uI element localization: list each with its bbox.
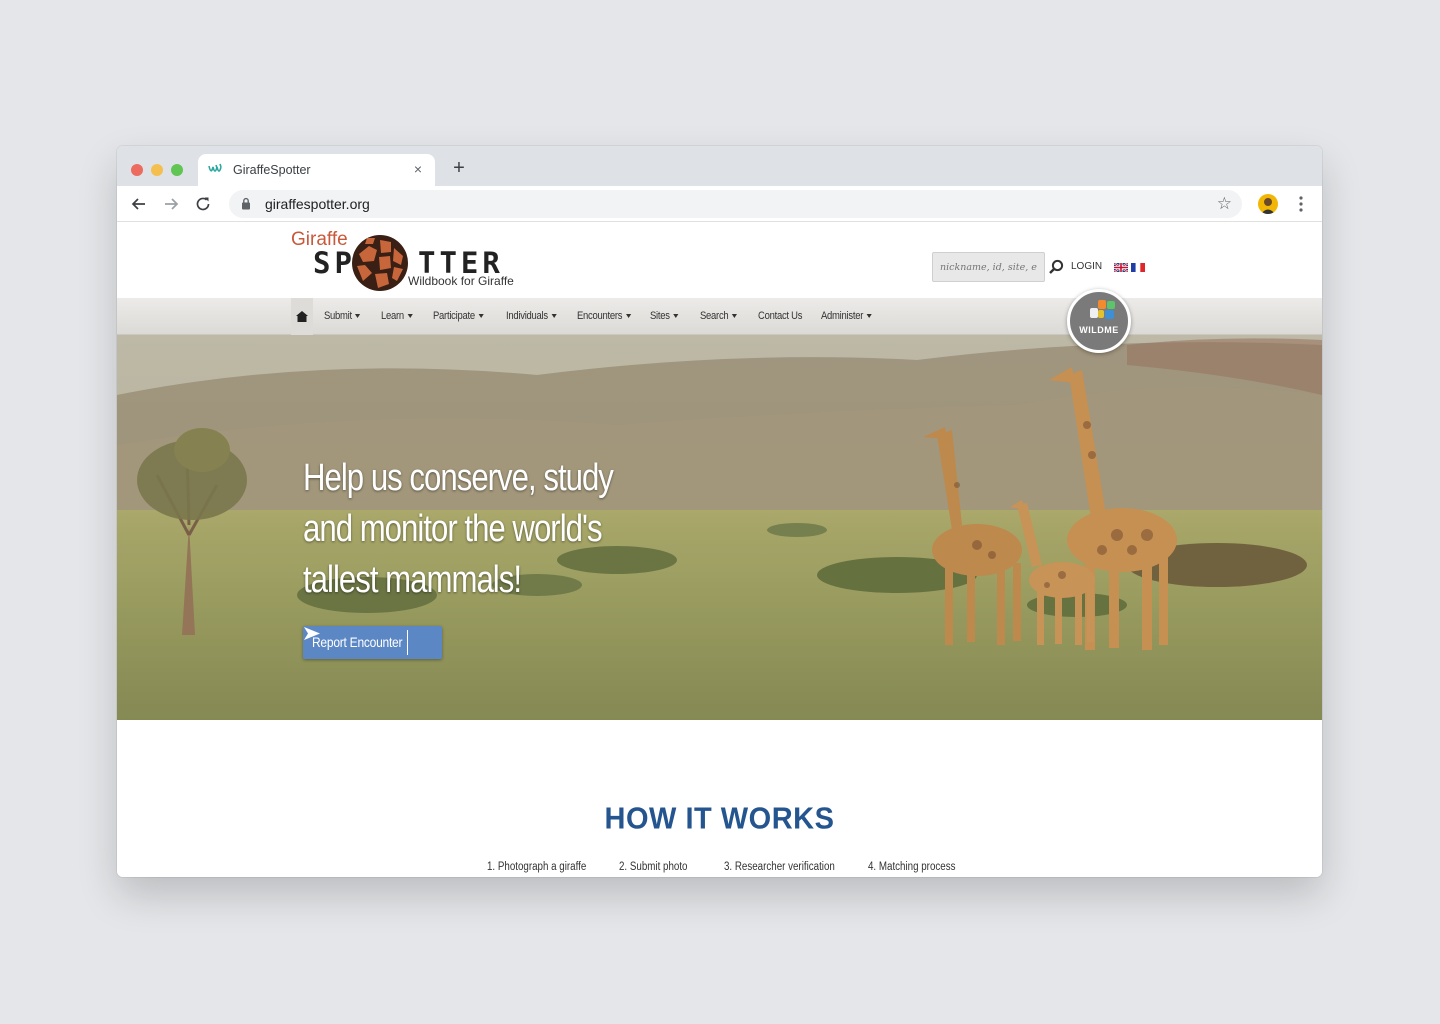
wildme-badge-text: WILDME [1079,325,1119,335]
browser-toolbar: giraffespotter.org ☆ [117,186,1322,222]
step-submit-photo[interactable]: 2. Submit photo [619,861,687,873]
savanna-giraffes-photo [117,335,1322,720]
chevron-down-icon [866,314,872,319]
login-link[interactable]: LOGIN [1071,261,1102,272]
home-nav-button[interactable] [291,298,313,335]
chevron-down-icon [625,314,631,319]
nav-participate[interactable]: Participate [433,310,484,322]
step-researcher-verification[interactable]: 3. Researcher verification [724,861,835,873]
hero-headline: Help us conserve, study and monitor the … [303,457,614,601]
arrow-right-icon [304,627,320,640]
web-page: Giraffe SP TTER Wildbook for Giraffe nic… [117,223,1322,877]
button-divider [407,630,408,655]
site-logo[interactable]: Giraffe SP TTER Wildbook for Giraffe [291,229,521,291]
chevron-down-icon [355,314,361,319]
tab-title: GiraffeSpotter [233,163,311,177]
site-nav-bar: Submit Learn Participate Individuals Enc… [117,298,1322,335]
step-photograph[interactable]: 1. Photograph a giraffe [487,861,586,873]
close-tab-icon[interactable]: × [409,160,427,178]
back-icon[interactable] [129,194,149,214]
address-bar[interactable]: giraffespotter.org ☆ [229,190,1242,218]
report-encounter-button[interactable]: Report Encounter [303,626,442,659]
hero-banner: Help us conserve, study and monitor the … [117,335,1322,720]
reload-icon[interactable] [193,194,213,214]
bookmark-star-icon[interactable]: ☆ [1217,194,1232,214]
nav-search[interactable]: Search [700,310,738,322]
browser-tab[interactable]: GiraffeSpotter × [198,154,435,186]
nav-learn[interactable]: Learn [381,310,413,322]
logo-subtitle: Wildbook for Giraffe [408,274,514,288]
chevron-down-icon [407,314,413,319]
menu-kebab-icon[interactable] [1296,194,1306,214]
forward-icon[interactable] [161,194,181,214]
giraffe-pattern-ball-icon [352,235,408,291]
wildme-badge[interactable]: WILDME [1067,289,1131,353]
nav-contact-us[interactable]: Contact Us [758,310,802,322]
browser-window: GiraffeSpotter × + giraffespotter.org ☆ [117,146,1322,877]
lock-icon [242,197,250,210]
chevron-down-icon [673,314,679,319]
tab-strip: GiraffeSpotter × + [117,146,1322,186]
wildme-animals-icon [1090,300,1115,319]
profile-avatar[interactable] [1258,194,1278,214]
url-text: giraffespotter.org [265,196,370,212]
uk-flag-icon[interactable] [1114,263,1128,272]
nav-sites[interactable]: Sites [650,310,679,322]
new-tab-button[interactable]: + [449,158,469,178]
giraffespotter-favicon-icon [208,163,222,172]
chevron-down-icon [478,314,484,319]
maximize-window-button[interactable] [171,164,183,176]
step-matching-process[interactable]: 4. Matching process [868,861,955,873]
how-it-works-heading: HOW IT WORKS [604,802,835,836]
france-flag-icon[interactable] [1131,263,1145,272]
site-header: Giraffe SP TTER Wildbook for Giraffe nic… [117,223,1322,298]
nav-administer[interactable]: Administer [821,310,872,322]
minimize-window-button[interactable] [151,164,163,176]
nav-submit[interactable]: Submit [324,310,361,322]
nav-encounters[interactable]: Encounters [577,310,631,322]
nav-individuals[interactable]: Individuals [506,310,557,322]
home-icon [296,311,308,322]
report-encounter-label: Report Encounter [312,634,403,650]
logo-sp-text: SP [313,246,356,280]
site-search-input[interactable] [932,252,1045,282]
search-icon[interactable] [1048,259,1064,275]
chevron-down-icon [551,314,557,319]
close-window-button[interactable] [131,164,143,176]
chevron-down-icon [731,314,738,319]
